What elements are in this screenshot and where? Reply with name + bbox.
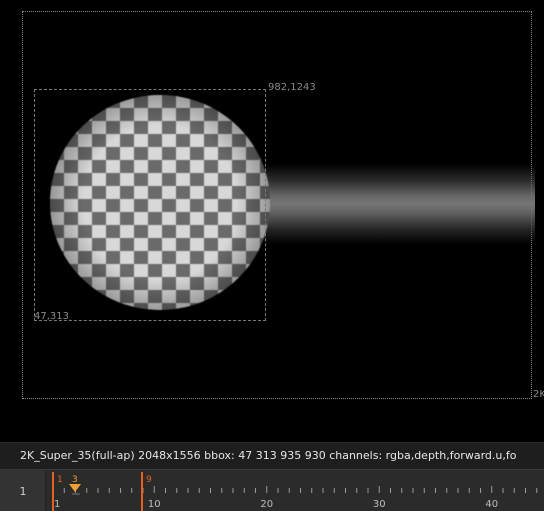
viewer-canvas[interactable]: 2K 982,1243 47,313 — [0, 0, 544, 442]
format-corner-label: 2K — [533, 389, 544, 400]
timeline-tick-label: 20 — [260, 499, 273, 510]
format-info-text: 2K_Super_35(full-ap) 2048x1556 bbox: 47 … — [20, 449, 517, 462]
info-bar: 2K_Super_35(full-ap) 2048x1556 bbox: 47 … — [0, 442, 544, 469]
timeline-tick-label: 1 — [54, 499, 60, 510]
in-point-label: 1 — [57, 475, 63, 485]
nuke-viewer-window: 2K 982,1243 47,313 2K_Super_35(full-ap) … — [0, 0, 544, 511]
timeline-tick-labels: 1 10 20 30 40 — [54, 499, 498, 510]
current-frame-value: 1 — [19, 485, 27, 498]
timeline-tick-label: 40 — [485, 499, 498, 510]
playhead-frame-label: 3 — [72, 475, 78, 485]
timeline-area: 1 1 10 20 30 40 1 9 3 — [0, 469, 544, 511]
timeline-tick-label: 30 — [373, 499, 386, 510]
bbox-top-right-label: 982,1243 — [268, 82, 316, 93]
motion-streak — [255, 164, 535, 244]
playhead-marker-icon[interactable] — [69, 484, 81, 492]
timeline-ticks — [52, 486, 538, 493]
out-point-label: 9 — [146, 475, 152, 485]
bbox-bottom-left-label: 47,313 — [34, 311, 69, 322]
current-frame-field[interactable]: 1 — [0, 470, 46, 511]
bbox-boundary — [34, 89, 266, 321]
timeline-ruler[interactable]: 1 10 20 30 40 1 9 3 — [46, 470, 544, 511]
timeline-tick-label: 10 — [148, 499, 161, 510]
